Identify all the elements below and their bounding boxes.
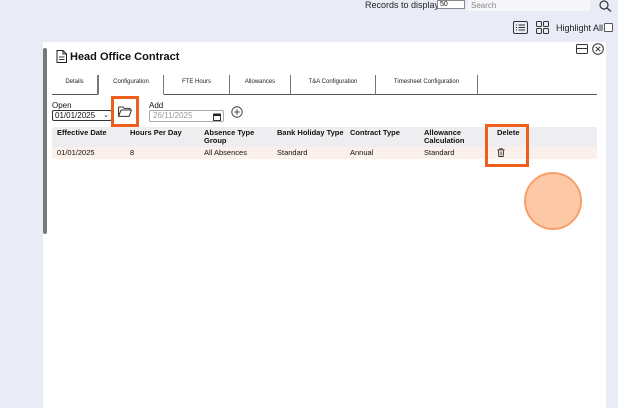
page-title: Head Office Contract — [70, 51, 180, 63]
cell-absence-type-group: All Absences — [204, 148, 247, 157]
tab-bar: Details Configuration FTE Hours Allowanc… — [52, 75, 597, 95]
highlight-all-label: Highlight All — [556, 23, 604, 33]
open-date-select[interactable]: 01/01/2025 ⌄ — [52, 110, 112, 121]
cell-bank-holiday-type: Standard — [277, 148, 308, 157]
header-absence-type-group[interactable]: Absence Type Group — [204, 129, 270, 145]
tab-configuration[interactable]: Configuration — [98, 75, 164, 95]
cell-allowance-calculation: Standard — [424, 148, 455, 157]
add-label: Add — [149, 101, 164, 110]
tab-details[interactable]: Details — [52, 75, 98, 95]
folder-open-icon[interactable] — [118, 106, 132, 117]
click-indicator — [524, 172, 582, 230]
list-view-icon[interactable] — [513, 21, 528, 34]
open-label: Open — [52, 101, 72, 110]
highlight-all-checkbox[interactable] — [604, 23, 613, 32]
delete-column-highlight — [485, 124, 529, 167]
chevron-down-icon: ⌄ — [103, 112, 109, 119]
search-icon[interactable] — [598, 0, 612, 12]
header-hours-per-day[interactable]: Hours Per Day — [130, 129, 182, 137]
tab-timesheet-configuration[interactable]: Timesheet Configuration — [376, 75, 478, 95]
header-allowance-calculation[interactable]: Allowance Calculation — [424, 129, 482, 145]
cell-hours-per-day: 8 — [130, 148, 135, 157]
panel-scrollbar[interactable] — [43, 48, 47, 234]
calendar-icon[interactable] — [213, 113, 221, 121]
header-effective-date[interactable]: Effective Date — [57, 129, 107, 137]
window-icon[interactable] — [576, 44, 588, 54]
records-to-display-label: Records to display — [365, 0, 440, 10]
add-circle-icon[interactable] — [231, 106, 243, 118]
tab-allowances[interactable]: Allowances — [230, 75, 291, 95]
records-to-display-input[interactable]: 50 — [437, 0, 465, 9]
header-bank-holiday-type[interactable]: Bank Holiday Type — [277, 129, 344, 137]
document-icon — [56, 50, 67, 63]
tab-ta-configuration[interactable]: T&A Configuration — [291, 75, 376, 95]
open-date-value: 01/01/2025 — [55, 111, 96, 120]
header-contract-type[interactable]: Contract Type — [350, 129, 400, 137]
grid-view-icon[interactable] — [536, 21, 549, 34]
close-icon[interactable] — [592, 43, 604, 55]
top-bar: Records to display 50 Search — [0, 0, 618, 14]
cell-effective-date: 01/01/2025 — [57, 148, 95, 157]
tab-fte-hours[interactable]: FTE Hours — [164, 75, 230, 95]
cell-contract-type: Annual — [350, 148, 374, 157]
search-input[interactable]: Search — [468, 0, 590, 11]
